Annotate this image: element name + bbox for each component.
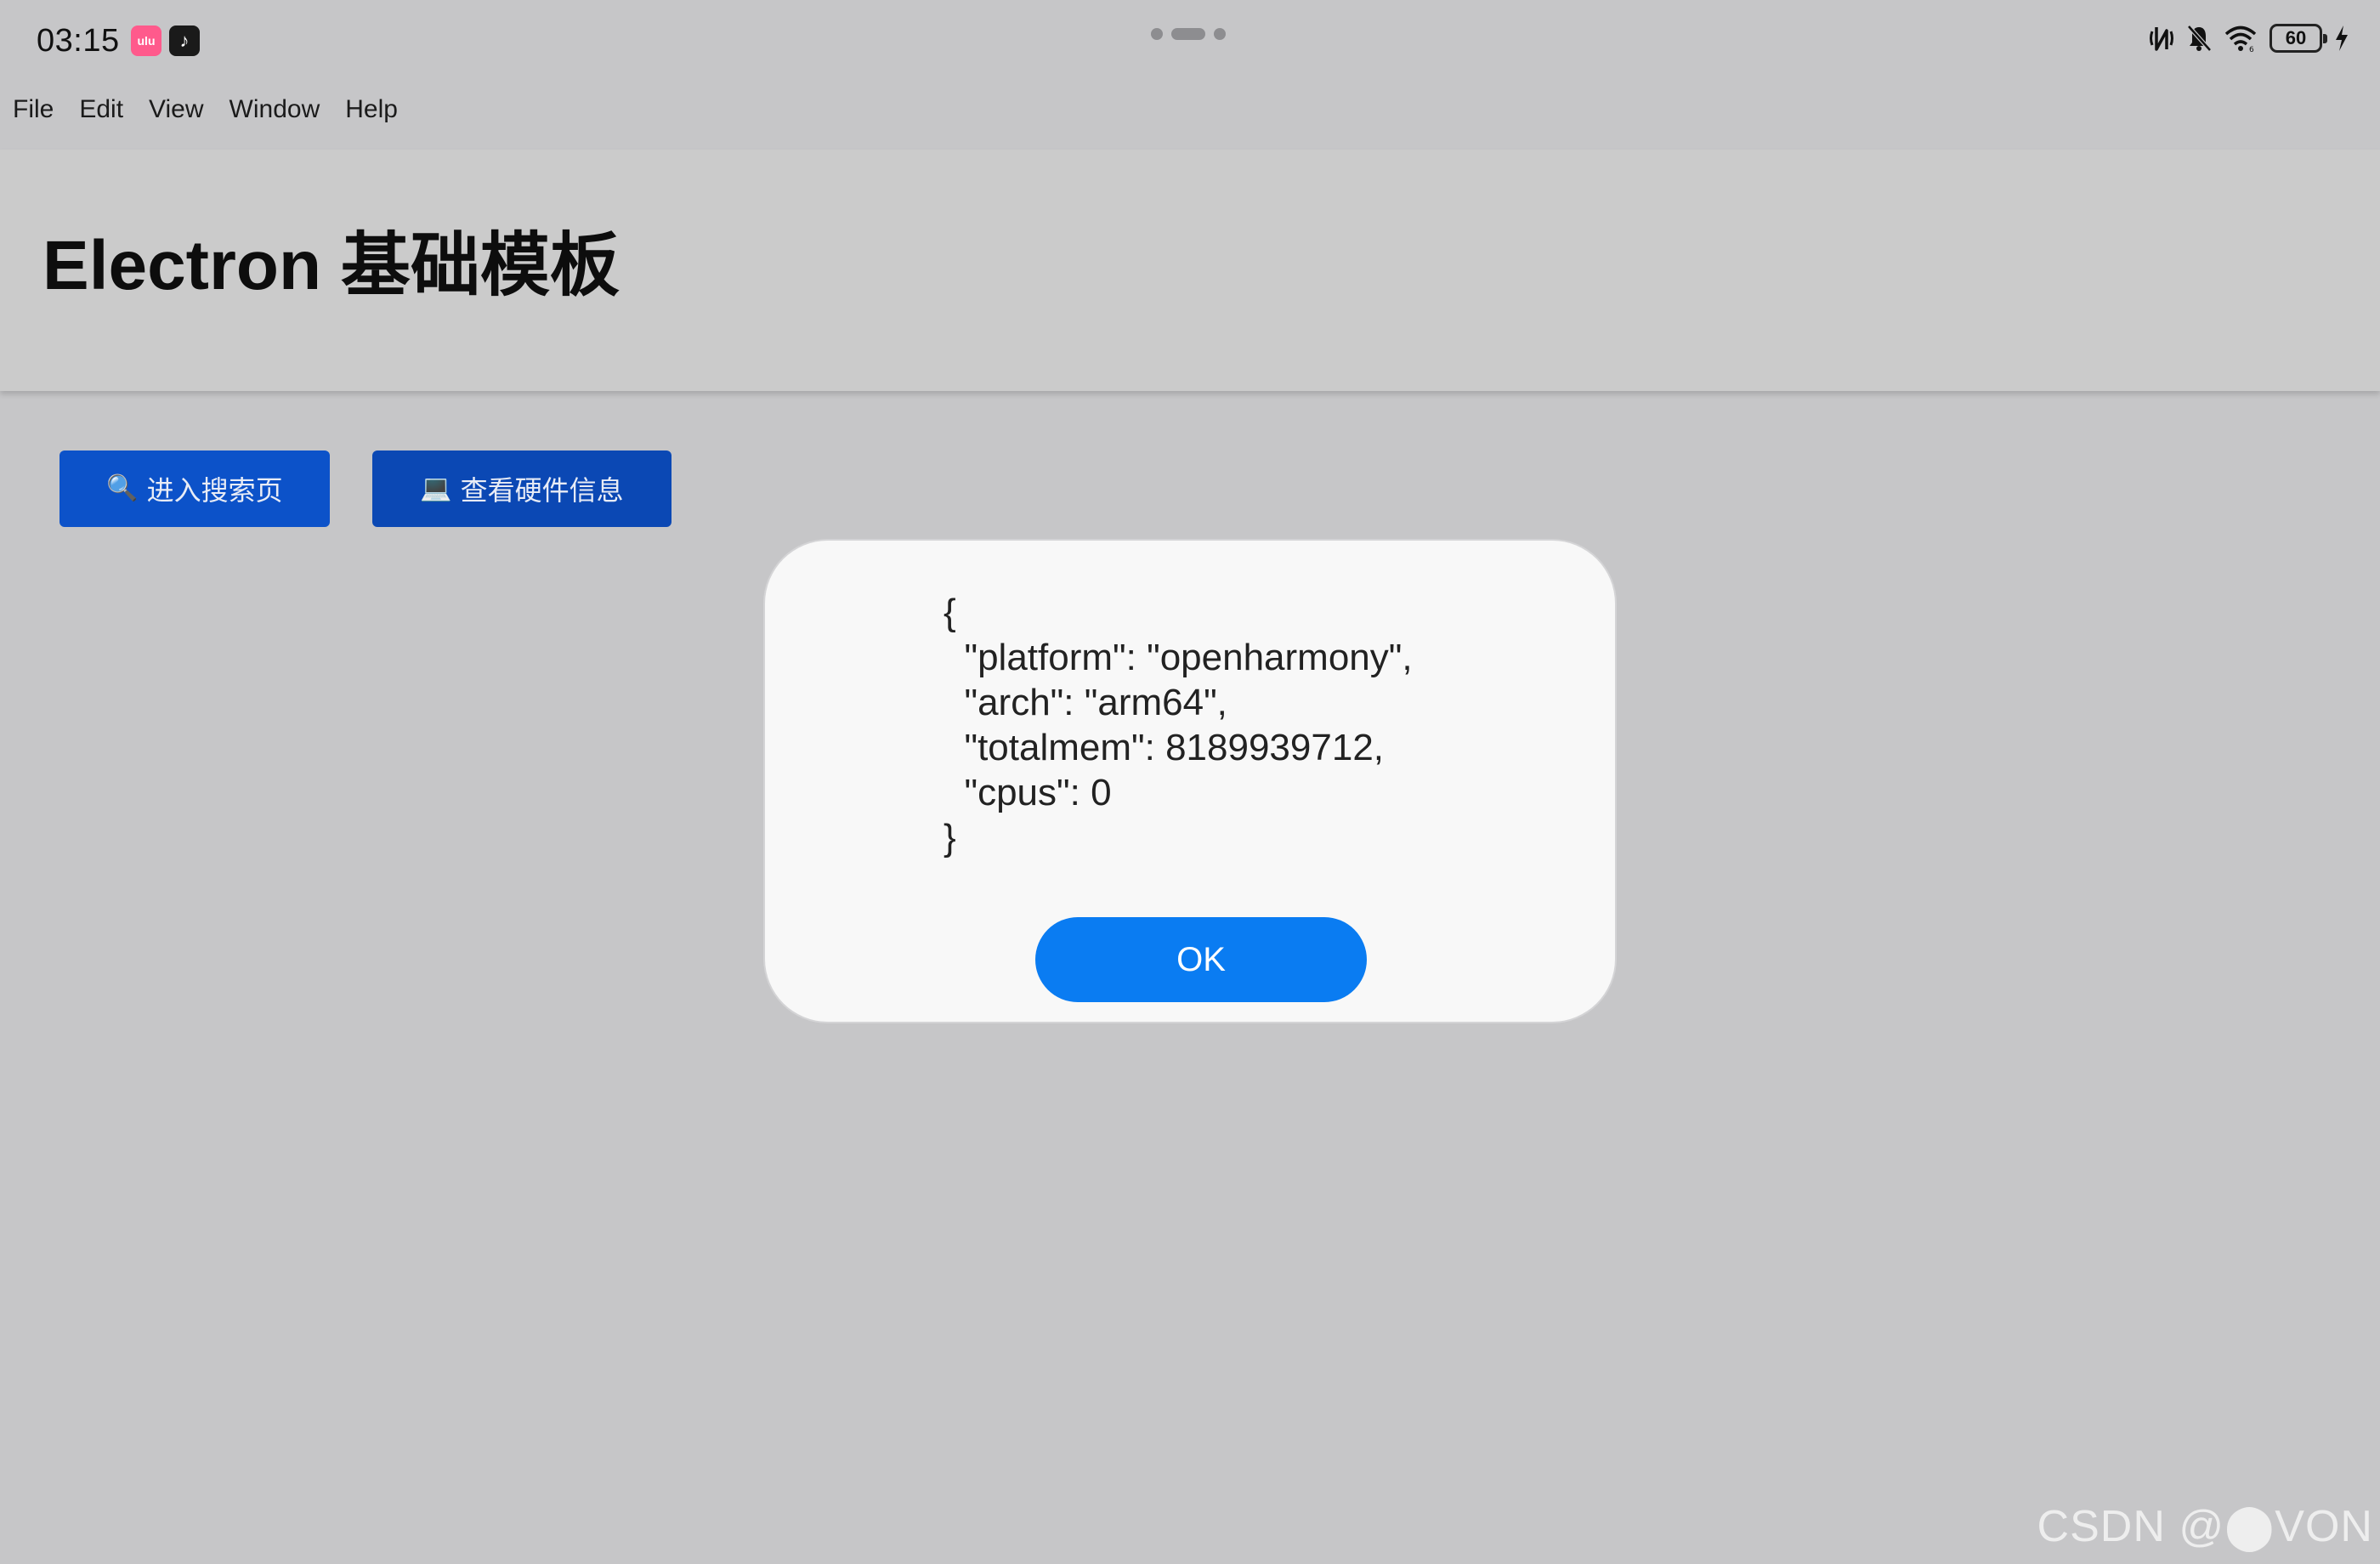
drag-pill [1171,28,1205,40]
svg-text:6: 6 [2249,46,2254,53]
tiktok-icon: ♪ [169,26,200,56]
dialog-message: { "platform": "openharmony", "arch": "ar… [944,592,1413,858]
video-app-icon: ulu [131,26,162,56]
hardware-info-dialog: { "platform": "openharmony", "arch": "ar… [765,541,1615,1022]
nfc-icon [2149,24,2174,53]
status-icons: 6 60 [2149,24,2349,53]
menu-help[interactable]: Help [332,88,411,131]
menu-edit[interactable]: Edit [66,88,136,131]
watermark: CSDN @⬤VON [2037,1502,2373,1551]
window-drag-handle[interactable] [1151,28,1226,40]
wifi-icon: 6 [2224,24,2258,53]
mute-bell-icon [2186,24,2212,53]
menu-file[interactable]: File [0,88,66,131]
page-title: Electron 基础模板 [42,227,620,304]
ok-button[interactable]: OK [1035,917,1367,1002]
menu-view[interactable]: View [136,88,216,131]
magnifier-icon: 🔍 [106,474,139,502]
search-page-button[interactable]: 🔍 进入搜索页 [60,450,330,527]
app-header: Electron 基础模板 [0,150,2380,391]
laptop-icon: 💻 [420,474,452,502]
drag-dot-right [1214,28,1226,40]
menu-window[interactable]: Window [217,88,333,131]
search-page-label: 进入搜索页 [146,475,283,506]
charging-bolt-icon [2334,24,2349,53]
status-clock: 03:15 [37,23,120,59]
drag-dot-left [1151,28,1163,40]
menu-bar: File Edit View Window Help [0,88,411,131]
battery-icon: 60 [2270,24,2327,53]
hardware-info-button[interactable]: 💻 查看硬件信息 [372,450,672,527]
status-bar: 03:15 ulu ♪ 6 60 [0,0,2380,82]
hardware-info-label: 查看硬件信息 [460,475,624,506]
